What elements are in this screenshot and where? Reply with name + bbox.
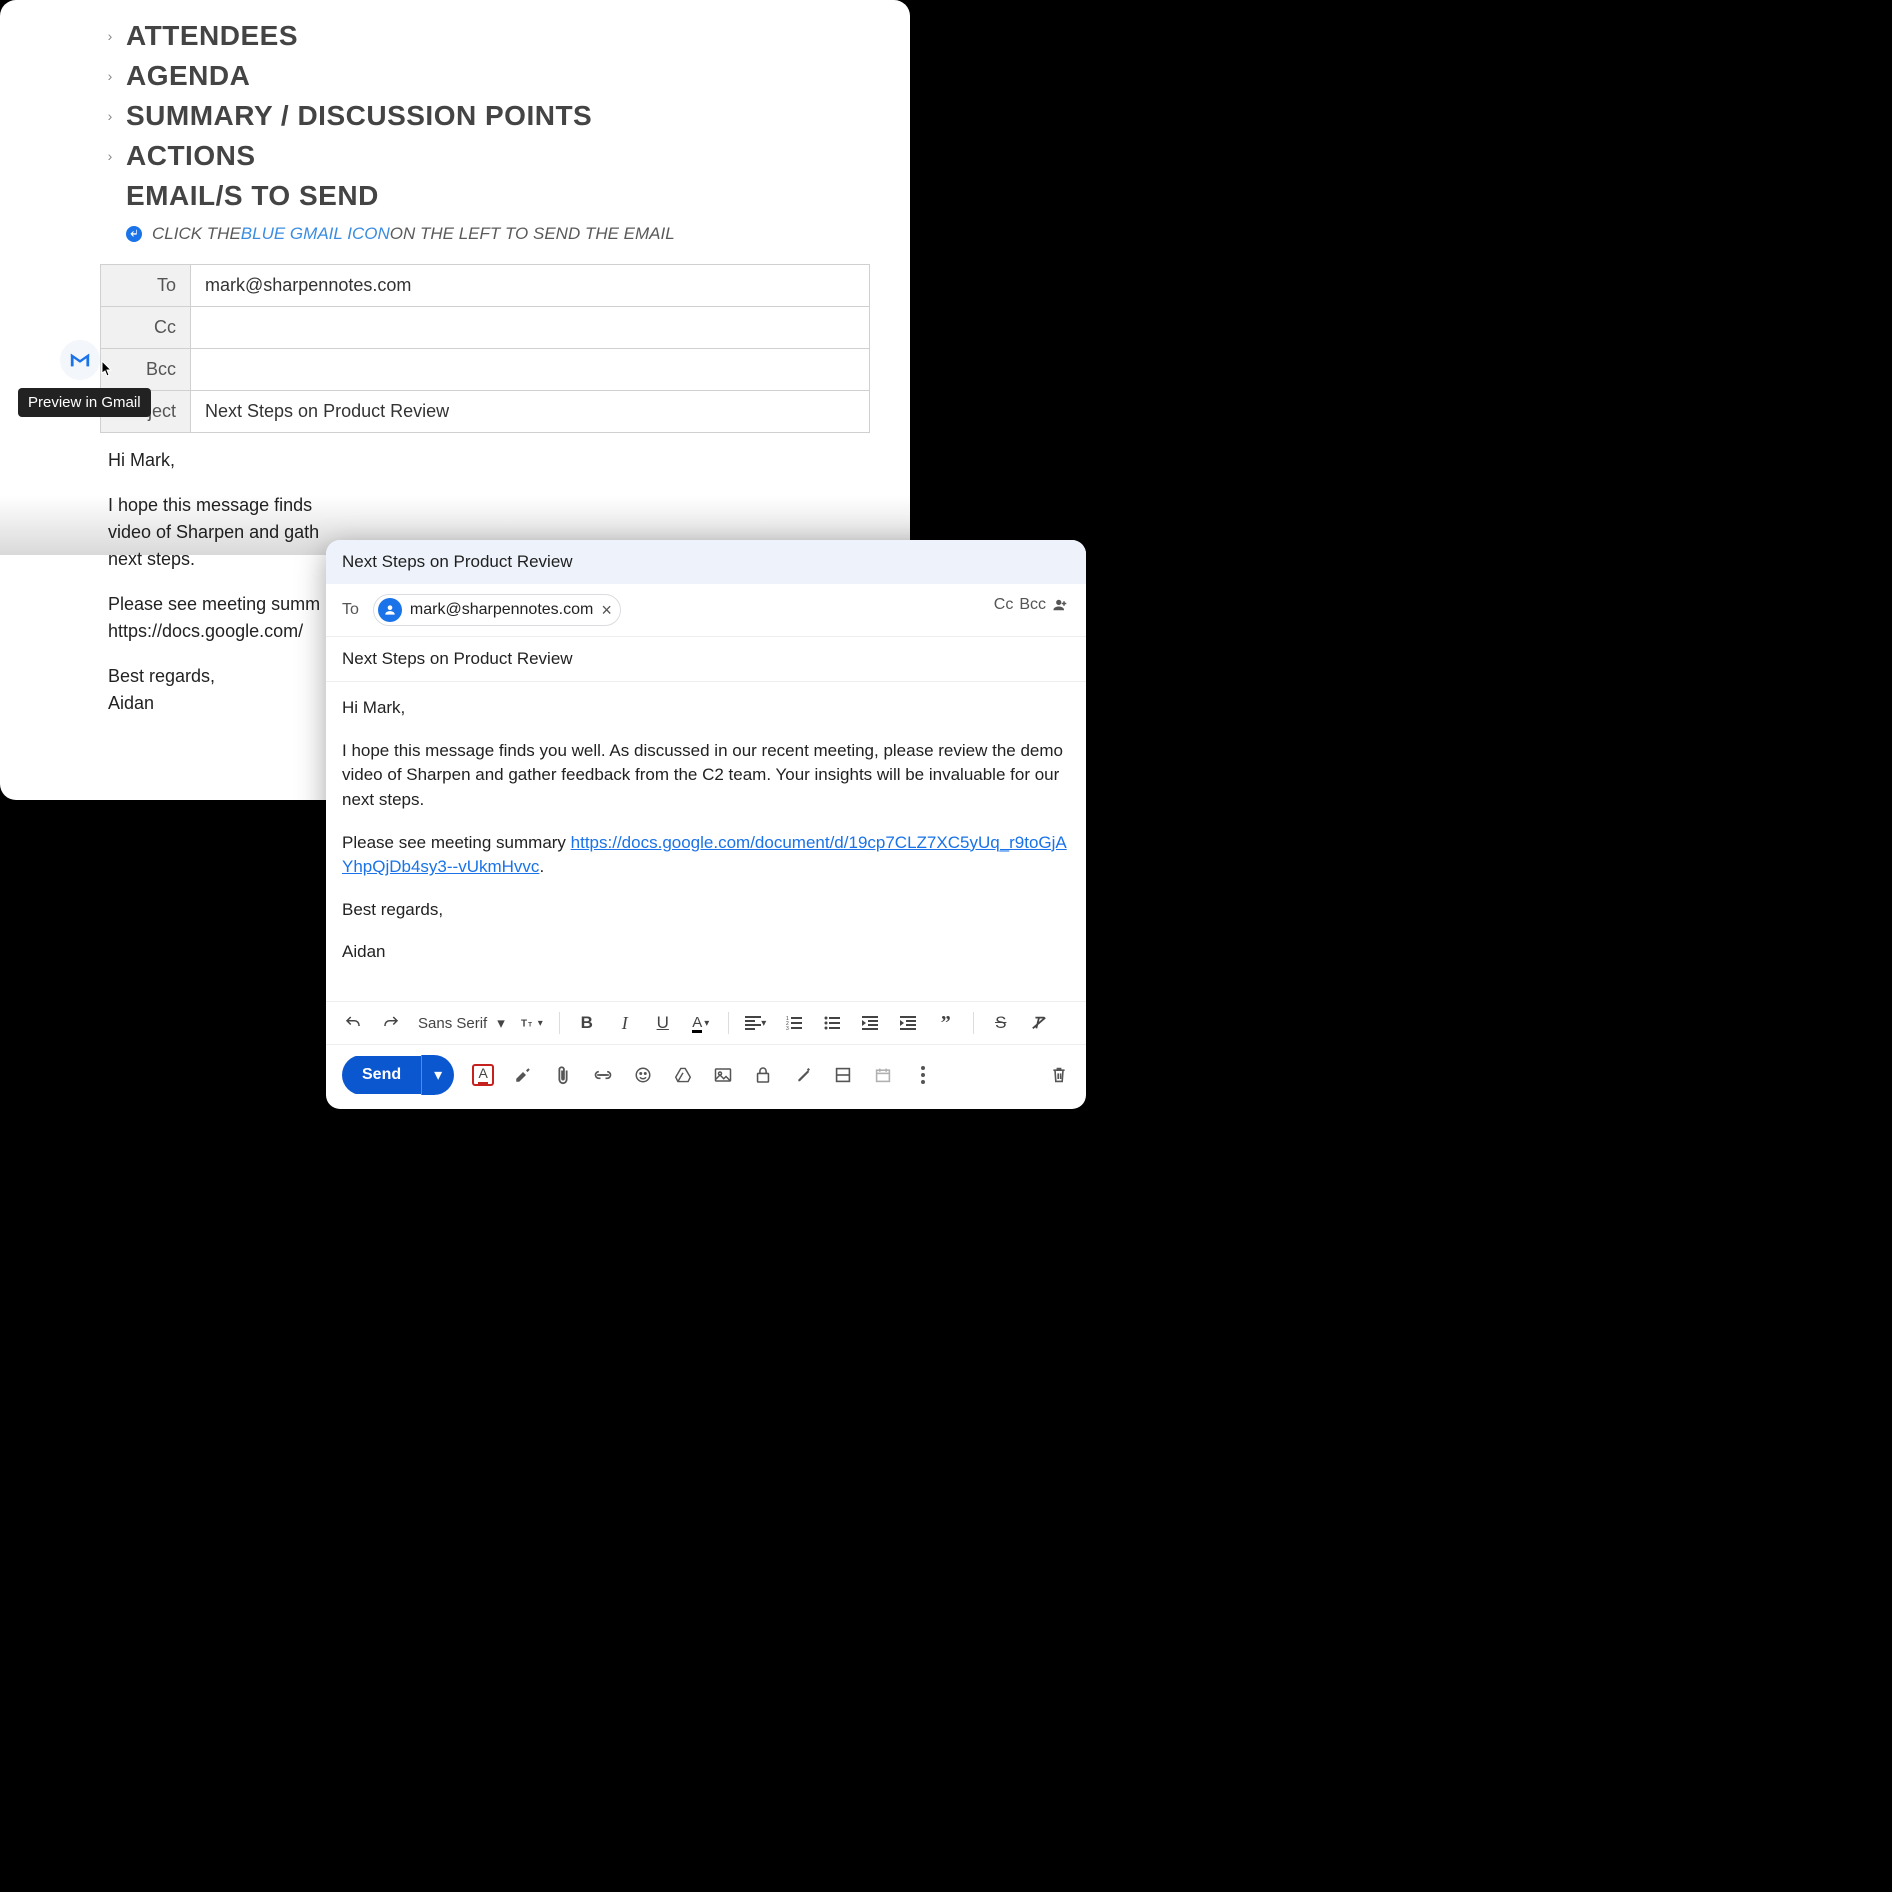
tooltip: Preview in Gmail [18,388,151,417]
greeting: Hi Mark, [108,447,862,474]
body-p1: I hope this message finds you well. As d… [342,739,1070,813]
chevron-right-icon: › [100,68,120,84]
section-actions[interactable]: › ACTIONS [100,140,870,172]
layout-icon[interactable] [832,1064,854,1086]
bullet-list-icon[interactable] [821,1012,843,1034]
send-toolbar: Send ▾ A [326,1044,1086,1109]
section-title: ATTENDEES [126,20,298,52]
section-emails: EMAIL/S TO SEND [100,180,870,212]
remove-chip-icon[interactable]: × [601,600,612,621]
clear-formatting-icon[interactable] [1028,1012,1050,1034]
cc-value[interactable] [191,307,870,349]
cc-bcc-toggle[interactable]: Cc Bcc [994,596,1070,614]
cc-label: Cc [101,307,191,349]
formatting-toolbar: Sans Serif ▾ TT▾ B I U A▾ ▾ 123 ” S [326,1001,1086,1044]
section-title: ACTIONS [126,140,256,172]
redo-icon[interactable] [380,1012,402,1034]
trash-icon[interactable] [1048,1064,1070,1086]
indent-less-icon[interactable] [859,1012,881,1034]
attach-file-icon[interactable] [552,1064,574,1086]
section-title: SUMMARY / DISCUSSION POINTS [126,100,592,132]
bcc-value[interactable] [191,349,870,391]
svg-text:3: 3 [786,1026,789,1030]
signature: Aidan [342,940,1070,965]
section-summary[interactable]: › SUMMARY / DISCUSSION POINTS [100,100,870,132]
section-attendees[interactable]: › ATTENDEES [100,20,870,52]
indent-more-icon[interactable] [897,1012,919,1034]
font-size-icon[interactable]: TT▾ [521,1012,543,1034]
gmail-icon [69,351,91,369]
compose-body[interactable]: Hi Mark, I hope this message finds you w… [326,682,1086,1001]
attach-signature-icon[interactable] [512,1064,534,1086]
emoji-icon[interactable] [632,1064,654,1086]
hint-prefix: CLICK THE [152,224,241,244]
cc-link[interactable]: Cc [994,596,1014,614]
chevron-right-icon: › [100,108,120,124]
text-color-icon[interactable]: A▾ [690,1012,712,1034]
svg-text:T: T [528,1022,532,1029]
hint-suffix: ON THE LEFT TO SEND THE EMAIL [390,224,675,244]
underline-icon[interactable]: U [652,1012,674,1034]
bcc-link[interactable]: Bcc [1019,596,1046,614]
subject-value[interactable]: Next Steps on Product Review [191,391,870,433]
chevron-right-icon: › [100,148,120,164]
body-p2: Please see meeting summary https://docs.… [342,831,1070,880]
email-fields-table: Tomark@sharpennotes.com Cc Bcc SubjectNe… [100,264,870,433]
to-row[interactable]: To mark@sharpennotes.com × Cc Bcc [326,584,1086,637]
subject-row[interactable]: Next Steps on Product Review [326,637,1086,682]
to-label: To [101,265,191,307]
calendar-icon[interactable] [872,1064,894,1086]
quote-icon[interactable]: ” [935,1012,957,1034]
text-format-icon[interactable]: A [472,1064,494,1086]
compose-title[interactable]: Next Steps on Product Review [326,540,1086,584]
add-recipients-icon[interactable] [1052,598,1070,612]
hint-blue: BLUE GMAIL ICON [241,224,390,244]
chevron-down-icon: ▾ [497,1014,505,1032]
ink-icon[interactable] [792,1064,814,1086]
hint-text: CLICK THE BLUE GMAIL ICON ON THE LEFT TO… [126,224,870,244]
send-dropdown[interactable]: ▾ [421,1055,454,1095]
numbered-list-icon[interactable]: 123 [783,1012,805,1034]
font-picker[interactable]: Sans Serif ▾ [418,1014,505,1032]
insert-link-icon[interactable] [592,1064,614,1086]
arrow-badge-icon [126,226,142,242]
confidential-icon[interactable] [752,1064,774,1086]
send-button[interactable]: Send [342,1056,421,1094]
svg-text:T: T [521,1019,527,1030]
insert-image-icon[interactable] [712,1064,734,1086]
drive-icon[interactable] [672,1064,694,1086]
section-agenda[interactable]: › AGENDA [100,60,870,92]
signoff: Best regards, [342,898,1070,923]
greeting: Hi Mark, [342,696,1070,721]
more-icon[interactable] [912,1064,934,1086]
avatar-icon [378,598,402,622]
undo-icon[interactable] [342,1012,364,1034]
align-icon[interactable]: ▾ [745,1012,767,1034]
gmail-compose-window: Next Steps on Product Review To mark@sha… [326,540,1086,1109]
bold-icon[interactable]: B [576,1012,598,1034]
italic-icon[interactable]: I [614,1012,636,1034]
section-title: EMAIL/S TO SEND [126,180,379,212]
recipient-email: mark@sharpennotes.com [410,601,593,619]
recipient-chip[interactable]: mark@sharpennotes.com × [373,594,621,626]
to-value[interactable]: mark@sharpennotes.com [191,265,870,307]
bcc-label: Bcc [101,349,191,391]
strikethrough-icon[interactable]: S [990,1012,1012,1034]
chevron-right-icon: › [100,28,120,44]
preview-in-gmail-button[interactable] [60,340,100,380]
send-button-group: Send ▾ [342,1055,454,1095]
section-title: AGENDA [126,60,250,92]
to-label: To [342,601,359,619]
